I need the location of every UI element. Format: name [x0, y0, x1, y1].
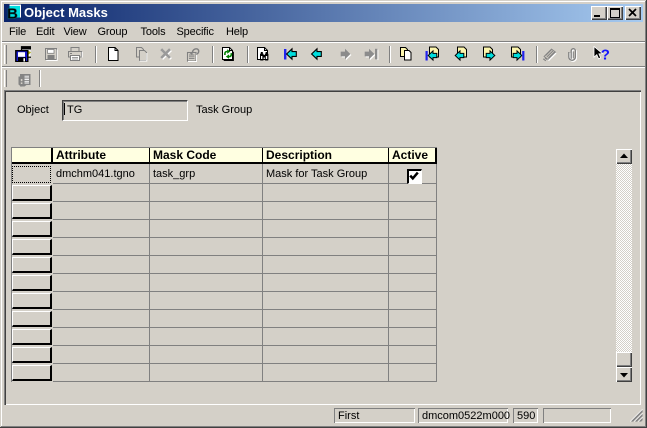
svg-text:B: B	[7, 6, 18, 22]
svg-text:?: ?	[601, 47, 610, 63]
